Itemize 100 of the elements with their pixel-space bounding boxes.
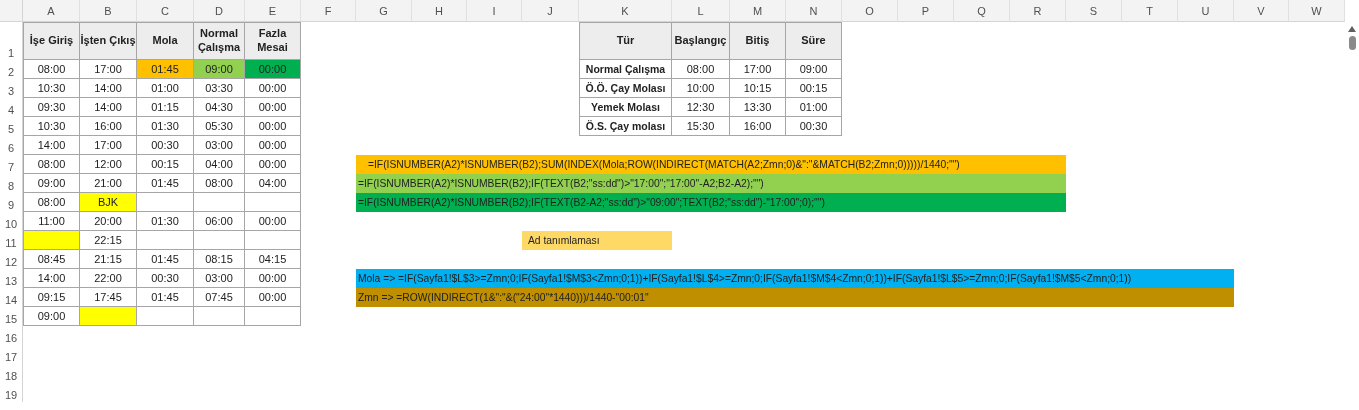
table-cell: 00:00 [245, 212, 301, 231]
table-cell: 15:30 [672, 117, 730, 136]
empty-cell [245, 307, 301, 326]
table-cell: 01:15 [137, 98, 194, 117]
empty-cell [194, 307, 245, 326]
table-cell: 00:00 [245, 98, 301, 117]
table-cell: 00:30 [786, 117, 842, 136]
column-header[interactable]: B [80, 0, 137, 22]
table-cell: 08:00 [672, 60, 730, 79]
table-cell: 17:00 [80, 136, 137, 155]
table-header-cell: Bitiş [730, 22, 786, 60]
column-header[interactable]: F [301, 0, 356, 22]
empty-cell [194, 231, 245, 250]
column-header[interactable]: O [842, 0, 898, 22]
table-cell: 00:00 [245, 155, 301, 174]
scrollbar-thumb[interactable] [1348, 36, 1356, 50]
empty-cell [194, 193, 245, 212]
table-header-cell: Süre [786, 22, 842, 60]
table-cell: 00:00 [245, 60, 301, 79]
column-header[interactable]: T [1122, 0, 1178, 22]
table-cell: 04:00 [194, 155, 245, 174]
table-cell: 21:15 [80, 250, 137, 269]
column-header[interactable]: M [730, 0, 786, 22]
table-cell: 12:00 [80, 155, 137, 174]
column-header[interactable]: W [1289, 0, 1345, 22]
table-cell: Ö.Ö. Çay Molası [579, 79, 672, 98]
column-header[interactable]: S [1066, 0, 1122, 22]
column-header[interactable]: G [356, 0, 412, 22]
table-cell: 14:00 [80, 79, 137, 98]
empty-cell [137, 231, 194, 250]
table-header-cell: Mola [137, 22, 194, 60]
table-cell: 04:30 [194, 98, 245, 117]
table-cell: 14:00 [80, 98, 137, 117]
table-cell: 08:45 [23, 250, 80, 269]
formula-note: Mola => =IF(Sayfa1!$L$3>=Zmn;0;IF(Sayfa1!$M$3<Zmn;0;1))+IF(Sayfa1!$L$4>=Zmn;0;IF(Sayfa1!$M$4<Zmn;0;1))+IF(Sayfa1!$L$5>=Zmn;0;IF(Sayfa1!$M$5<Zmn;0;1)) [356, 269, 1234, 288]
table-cell: Ö.S. Çay molası [579, 117, 672, 136]
column-header[interactable]: J [522, 0, 579, 22]
table-cell: 20:00 [80, 212, 137, 231]
table-cell: 03:00 [194, 269, 245, 288]
table-cell: 00:00 [245, 117, 301, 136]
table-cell: 05:30 [194, 117, 245, 136]
table-cell: 01:00 [137, 79, 194, 98]
table-cell: 01:45 [137, 288, 194, 307]
table-cell: 10:00 [672, 79, 730, 98]
table-cell: 14:00 [23, 136, 80, 155]
table-cell: 01:30 [137, 212, 194, 231]
column-header[interactable]: I [467, 0, 522, 22]
table-cell: 07:45 [194, 288, 245, 307]
table-cell: 06:00 [194, 212, 245, 231]
column-header[interactable]: Q [954, 0, 1010, 22]
table-cell: 09:00 [786, 60, 842, 79]
table-cell: 14:00 [23, 269, 80, 288]
table-cell: Normal Çalışma [579, 60, 672, 79]
table-cell: 01:45 [137, 250, 194, 269]
empty-cell [245, 231, 301, 250]
column-header[interactable]: V [1234, 0, 1289, 22]
table-cell: 00:30 [137, 269, 194, 288]
table-cell: 01:45 [137, 174, 194, 193]
table-header-cell: İşe Giriş [23, 22, 80, 60]
scroll-up-icon[interactable] [1348, 26, 1356, 32]
table-cell: 00:15 [137, 155, 194, 174]
table-cell: 12:30 [672, 98, 730, 117]
table-cell: 01:30 [137, 117, 194, 136]
formula-note: =IF(ISNUMBER(A2)*ISNUMBER(B2);IF(TEXT(B2-A2;"ss:dd")>"09:00";TEXT(B2;"ss:dd")-"17:00";0);"") [356, 193, 1066, 212]
column-header[interactable]: K [579, 0, 672, 22]
table-cell: 04:00 [245, 174, 301, 193]
column-header[interactable]: N [786, 0, 842, 22]
table-cell: 01:45 [137, 60, 194, 79]
column-header[interactable]: D [194, 0, 245, 22]
column-header[interactable]: A [23, 0, 80, 22]
table-cell: 08:00 [194, 174, 245, 193]
table-cell: 01:00 [786, 98, 842, 117]
table-cell: 10:15 [730, 79, 786, 98]
table-cell: 00:00 [245, 136, 301, 155]
table-cell: 00:00 [245, 79, 301, 98]
table-cell: 08:00 [23, 60, 80, 79]
column-header[interactable]: L [672, 0, 730, 22]
table-header-cell: İşten Çıkış [80, 22, 137, 60]
table-cell: Yemek Molası [579, 98, 672, 117]
column-header[interactable]: P [898, 0, 954, 22]
column-header[interactable]: H [412, 0, 467, 22]
table-cell: 17:00 [730, 60, 786, 79]
column-header[interactable]: E [245, 0, 301, 22]
table-header-cell: Başlangıç [672, 22, 730, 60]
table-cell: 10:30 [23, 79, 80, 98]
column-header[interactable]: C [137, 0, 194, 22]
table-cell: 04:15 [245, 250, 301, 269]
table-cell: 22:15 [80, 231, 137, 250]
table-cell: 10:30 [23, 117, 80, 136]
table-cell: 09:15 [23, 288, 80, 307]
table-header-cell: Normal Çalışma [194, 22, 245, 60]
formula-note: =IF(ISNUMBER(A2)*ISNUMBER(B2);IF(TEXT(B2;"ss:dd")>"17:00";"17:00"-A2;B2-A2);"") [356, 174, 1066, 193]
column-header[interactable]: U [1178, 0, 1234, 22]
table-cell: BJK [80, 193, 137, 212]
table-cell: 00:15 [786, 79, 842, 98]
column-header[interactable]: R [1010, 0, 1066, 22]
formula-note: =IF(ISNUMBER(A2)*ISNUMBER(B2);SUM(INDEX(Mola;ROW(INDIRECT(MATCH(A2;Zmn;0)&":"&MATCH(B2;Zmn;0)))))/1440;"") [356, 155, 1066, 174]
table-cell: 22:00 [80, 269, 137, 288]
table-cell: 00:00 [245, 288, 301, 307]
formula-note: Ad tanımlaması [522, 231, 672, 250]
